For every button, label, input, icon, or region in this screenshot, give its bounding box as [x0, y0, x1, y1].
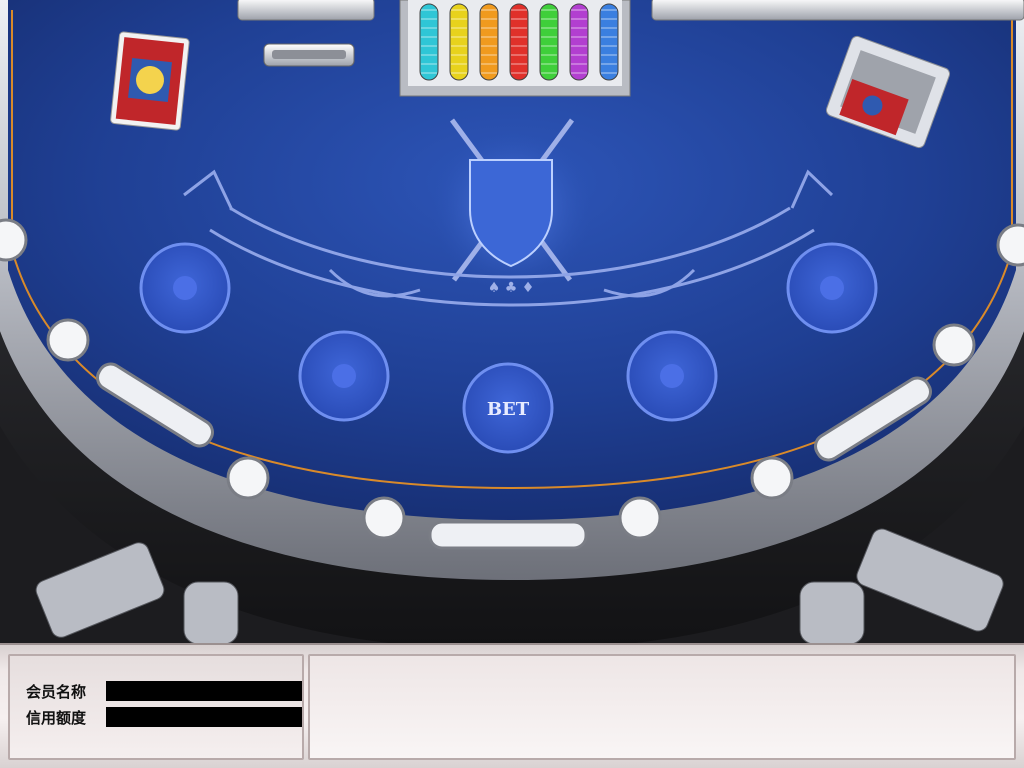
member-name-value: [106, 681, 302, 701]
chip-stack[interactable]: [599, 3, 619, 81]
bet-spot[interactable]: [786, 242, 878, 334]
bet-spot-main[interactable]: BET: [462, 362, 554, 454]
dealer-tray-left: [237, 0, 375, 21]
bet-spot-center: [173, 276, 197, 300]
chip-rack: [399, 0, 631, 97]
member-name-row: 会员名称: [26, 680, 302, 702]
svg-text:♠ ♣ ♦: ♠ ♣ ♦: [488, 280, 535, 296]
chip-stack[interactable]: [509, 3, 529, 81]
chip-stack[interactable]: [419, 3, 439, 81]
credit-limit-label: 信用额度: [26, 708, 87, 727]
bet-label: BET: [487, 399, 530, 420]
card-deck: [110, 31, 190, 131]
credit-limit-value: [106, 707, 302, 727]
player-info-panel: 会员名称 信用额度: [0, 643, 1024, 768]
message-area: [308, 654, 1016, 760]
player-info-box: 会员名称 信用额度: [8, 654, 304, 760]
chip-stack[interactable]: [479, 3, 499, 81]
bet-spot[interactable]: [298, 330, 390, 422]
member-name-label: 会员名称: [26, 682, 87, 701]
chip-stack[interactable]: [449, 3, 469, 81]
bet-spot[interactable]: [626, 330, 718, 422]
bet-spot-center: [332, 364, 356, 388]
bet-spot-center: [660, 364, 684, 388]
chip-stack[interactable]: [569, 3, 589, 81]
dealer-tray-right: [651, 0, 1024, 21]
chip-stack[interactable]: [539, 3, 559, 81]
bet-spot[interactable]: [139, 242, 231, 334]
bet-spot-center: [820, 276, 844, 300]
credit-limit-row: 信用额度: [26, 706, 302, 728]
